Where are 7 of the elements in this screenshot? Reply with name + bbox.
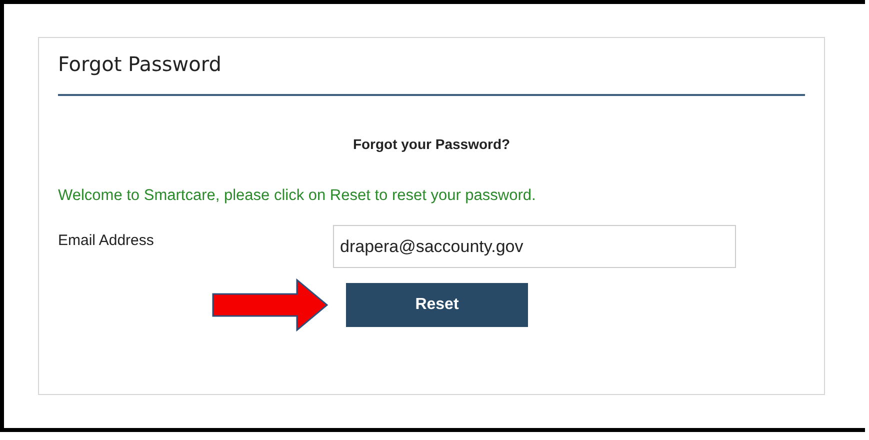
reset-button[interactable]: Reset	[346, 283, 528, 327]
email-field[interactable]: drapera@saccounty.gov	[333, 225, 736, 268]
welcome-message: Welcome to Smartcare, please click on Reset to reset your password.	[58, 187, 537, 205]
panel-title: Forgot Password	[58, 52, 222, 78]
form-heading: Forgot your Password?	[352, 136, 512, 152]
email-label: Email Address	[58, 232, 155, 249]
arrow-icon	[211, 278, 329, 332]
